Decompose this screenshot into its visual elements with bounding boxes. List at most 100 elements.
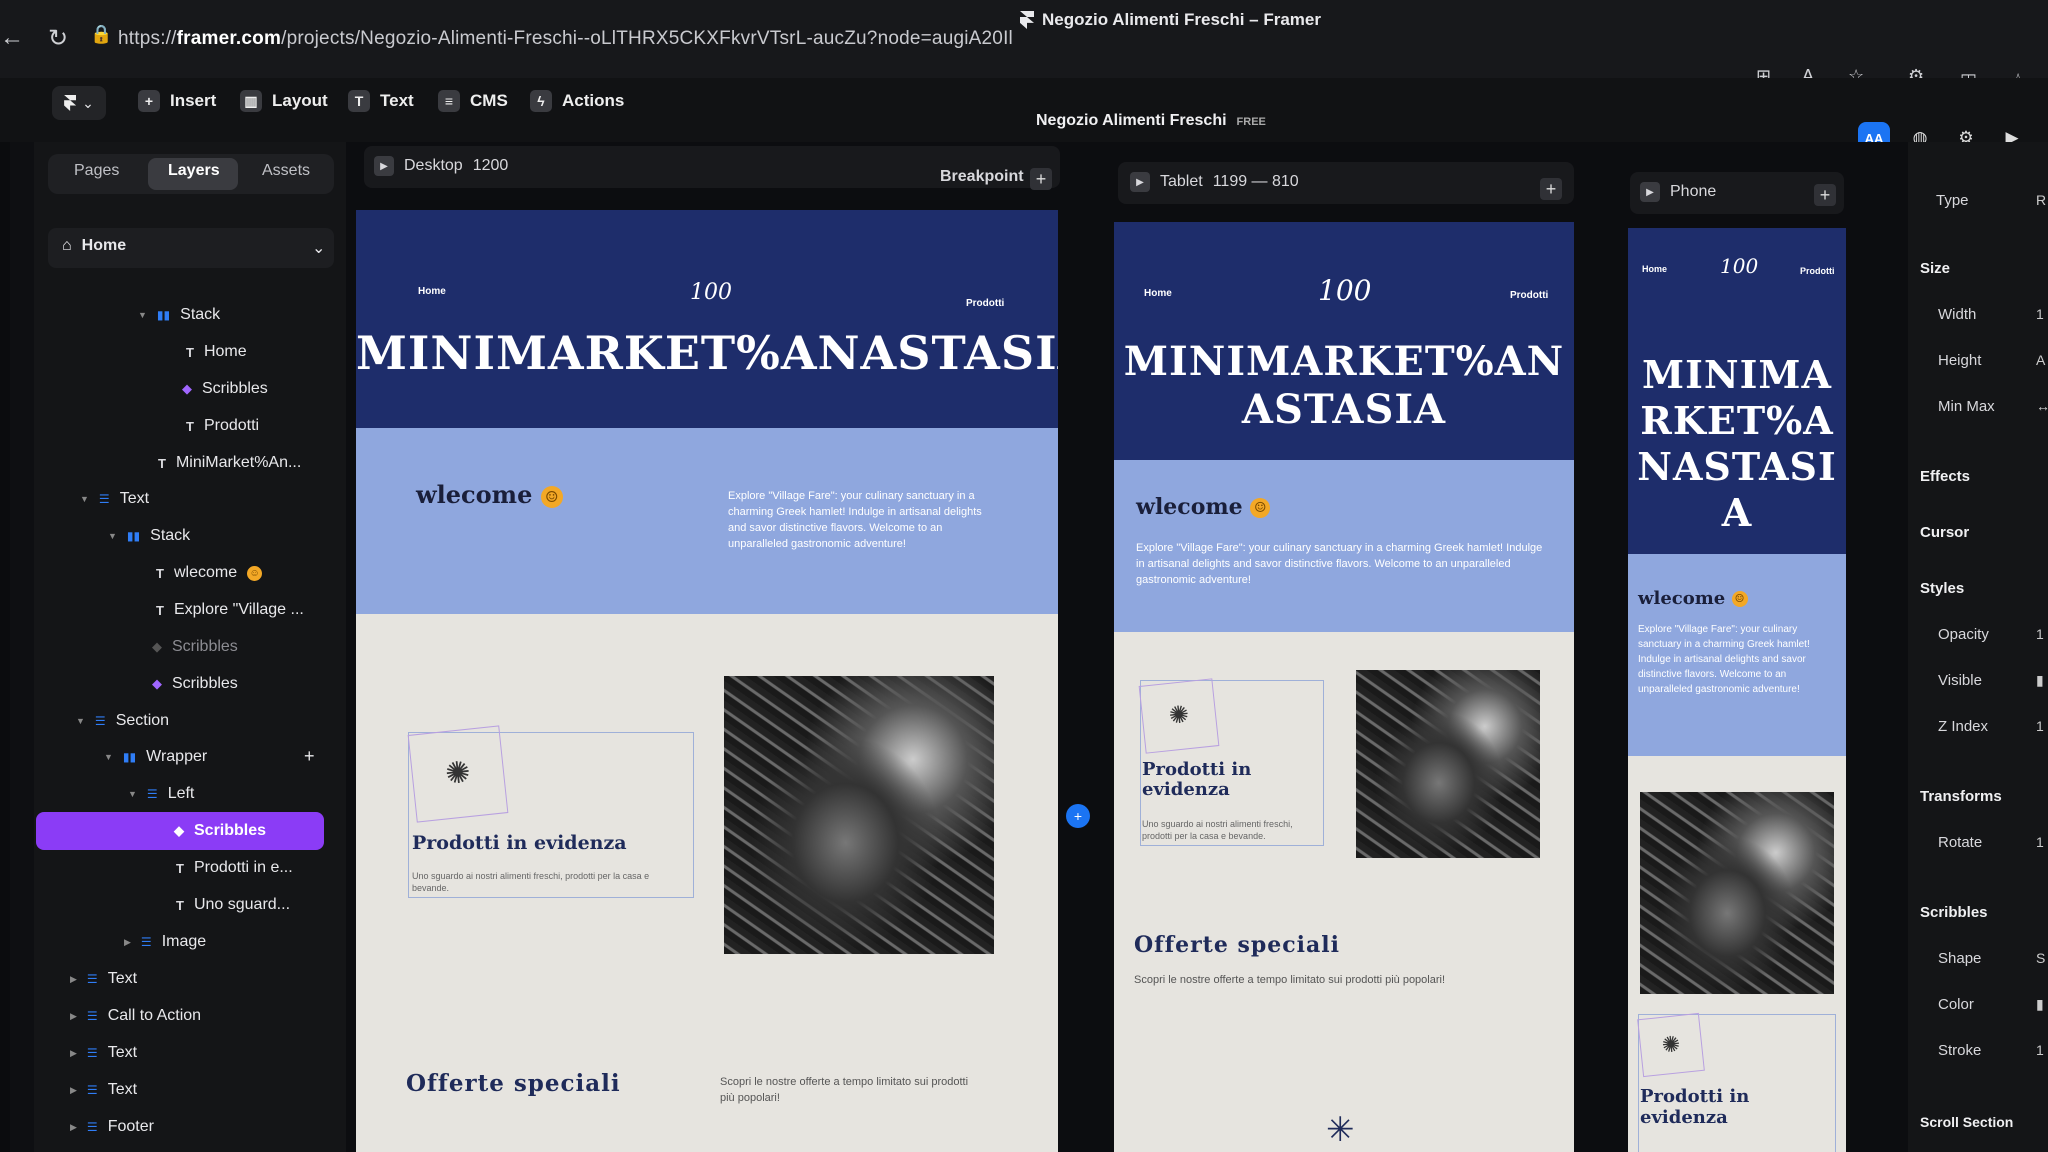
- layer-row[interactable]: ◆ Scribbles: [152, 638, 238, 656]
- resize-handle[interactable]: +: [1066, 804, 1090, 828]
- layer-label: Left: [167, 785, 195, 802]
- scribbles-icon[interactable]: ✺: [1138, 678, 1220, 754]
- effects-heading[interactable]: Effects: [1920, 468, 1970, 485]
- component-icon: ◆: [182, 381, 192, 396]
- nav-prodotti-link[interactable]: Prodotti: [966, 298, 1004, 309]
- layer-row[interactable]: ▼ ☰ Text: [80, 490, 149, 508]
- stroke-value[interactable]: 1: [2036, 1042, 2044, 1058]
- stroke-label: Stroke: [1938, 1042, 1982, 1059]
- nav-home-link[interactable]: Home: [418, 286, 446, 297]
- layer-row[interactable]: ▼ ▮▮ Stack: [108, 527, 190, 545]
- layer-row[interactable]: Twlecome ☺: [156, 564, 263, 582]
- layer-row[interactable]: ▼ ▮▮ Wrapper: [104, 748, 207, 766]
- layer-row[interactable]: T Uno sguard...: [176, 896, 290, 914]
- project-name: Negozio Alimenti Freschi: [1036, 112, 1227, 129]
- width-value[interactable]: 1: [2036, 306, 2044, 322]
- phone-label-text: Phone: [1670, 183, 1717, 200]
- cms-button[interactable]: ≡ CMS: [438, 90, 508, 112]
- layer-row[interactable]: ◆ Scribbles: [182, 380, 268, 398]
- window-edge: [0, 0, 10, 1152]
- shape-value[interactable]: S: [2036, 950, 2045, 966]
- opacity-value[interactable]: 1: [2036, 626, 2044, 642]
- layer-row[interactable]: T Explore "Village ...: [156, 601, 304, 619]
- width-label: Width: [1938, 306, 1977, 323]
- project-title[interactable]: Negozio Alimenti Freschi FREE: [1036, 112, 1266, 130]
- back-icon[interactable]: ←: [0, 24, 24, 52]
- address-bar[interactable]: https://framer.com/projects/Negozio-Alim…: [118, 28, 1013, 50]
- desktop-preview[interactable]: Home 100 Prodotti MINIMARKET%ANASTASIA w…: [356, 210, 1058, 1152]
- layer-row[interactable]: ▶ ☰ Image: [124, 933, 206, 951]
- zindex-value[interactable]: 1: [2036, 718, 2044, 734]
- nav-home-link[interactable]: Home: [1144, 288, 1172, 299]
- layer-label: Uno sguard...: [193, 896, 291, 913]
- nav-prodotti-link[interactable]: Prodotti: [1510, 290, 1548, 301]
- layer-row[interactable]: T Prodotti in e...: [176, 859, 293, 877]
- layer-row[interactable]: ▶ ☰ Call to Action: [70, 1007, 201, 1025]
- breakpoint-button[interactable]: Breakpoint: [940, 168, 1024, 186]
- insert-button[interactable]: + Insert: [138, 90, 216, 112]
- layer-label: Section: [115, 712, 170, 729]
- text-layer-icon: T: [186, 418, 194, 434]
- layer-row[interactable]: T MiniMarket%An...: [158, 454, 301, 472]
- layer-row[interactable]: T Prodotti: [186, 417, 259, 435]
- reload-icon[interactable]: ↻: [48, 24, 68, 53]
- add-breakpoint-icon[interactable]: +: [1030, 168, 1052, 190]
- layer-row[interactable]: ▼ ☰ Section: [76, 712, 169, 730]
- phone-preview[interactable]: Home 100 Prodotti MINIMA RKET%A NASTASI …: [1628, 228, 1846, 1152]
- page-select-value[interactable]: ⌂ Home: [62, 237, 126, 255]
- layer-row[interactable]: ▶ ☰ Text: [70, 970, 137, 988]
- desktop-label-text: Desktop: [404, 157, 463, 174]
- visible-label: Visible: [1938, 672, 1982, 689]
- layer-row[interactable]: ▶ ☰ Text: [70, 1044, 137, 1062]
- featured-text: Uno sguardo ai nostri alimenti freschi, …: [1142, 819, 1293, 841]
- tab-assets[interactable]: Assets: [262, 162, 310, 180]
- page-select-label: Home: [81, 237, 127, 254]
- phone-label[interactable]: ▶ Phone: [1640, 182, 1716, 202]
- add-layer-icon[interactable]: +: [304, 746, 315, 767]
- rotate-value[interactable]: 1: [2036, 834, 2044, 850]
- scribbles-icon[interactable]: ✺: [1637, 1012, 1705, 1078]
- hero-title-line4: A: [1721, 490, 1753, 535]
- type-value[interactable]: R: [2036, 192, 2046, 208]
- actions-button[interactable]: ϟ Actions: [530, 90, 624, 112]
- height-value[interactable]: A: [2036, 352, 2045, 368]
- framer-menu-button[interactable]: ⌄: [52, 86, 106, 120]
- layer-label: Footer: [107, 1118, 154, 1135]
- layer-row-selected[interactable]: ◆ Scribbles: [174, 822, 266, 840]
- properties-panel: [1908, 142, 2048, 1152]
- scribbles-icon[interactable]: ✺: [407, 725, 509, 823]
- hero-title: MINIMARKET%ANASTASIA: [356, 326, 1058, 380]
- add-breakpoint-icon[interactable]: +: [1540, 178, 1562, 200]
- tab-pages[interactable]: Pages: [74, 162, 119, 180]
- layer-row[interactable]: ◆ Scribbles: [152, 675, 238, 693]
- color-swatch[interactable]: ▮: [2036, 996, 2044, 1013]
- hero-title-line2: RKET%A: [1640, 398, 1834, 443]
- stack-icon: ▮▮: [122, 750, 137, 764]
- layout-button[interactable]: ▥ Layout: [240, 90, 328, 112]
- stack-icon: ☰: [146, 787, 158, 801]
- chevron-down-icon[interactable]: ⌄: [312, 238, 325, 258]
- layer-row[interactable]: ▼ ☰ Left: [128, 785, 194, 803]
- minmax-toggle[interactable]: ↔: [2036, 398, 2048, 414]
- lock-icon[interactable]: 🔒: [90, 24, 112, 45]
- visible-toggle[interactable]: ▮: [2036, 672, 2044, 689]
- layer-row[interactable]: T Home: [186, 343, 247, 361]
- layer-row[interactable]: ▼ ▮▮ Stack: [138, 306, 220, 324]
- caret-icon: ▶: [70, 1121, 77, 1132]
- tablet-preview[interactable]: Home 100 Prodotti MINIMARKET%AN ASTASIA …: [1114, 222, 1574, 1152]
- cursor-heading[interactable]: Cursor: [1920, 524, 1969, 541]
- tablet-label[interactable]: ▶ Tablet 1199 — 810: [1130, 172, 1299, 192]
- caret-icon: ▼: [108, 531, 117, 541]
- scribbles-heading: Scribbles: [1920, 904, 1988, 921]
- layer-row[interactable]: ▶ ☰ Text: [70, 1081, 137, 1099]
- nav-home-link[interactable]: Home: [1642, 264, 1667, 274]
- desktop-label[interactable]: ▶ Desktop 1200: [374, 156, 508, 176]
- hero-section: Home 100 Prodotti MINIMA RKET%A NASTASI …: [1628, 228, 1846, 554]
- layer-row[interactable]: ▶ ☰ Footer: [70, 1118, 154, 1136]
- tab-layers[interactable]: Layers: [168, 162, 220, 180]
- component-icon: ◆: [152, 676, 162, 691]
- text-button[interactable]: T Text: [348, 90, 414, 112]
- nav-prodotti-link[interactable]: Prodotti: [1800, 266, 1835, 276]
- add-breakpoint-icon[interactable]: +: [1814, 184, 1836, 206]
- featured-title: Prodotti in evidenza: [412, 832, 627, 854]
